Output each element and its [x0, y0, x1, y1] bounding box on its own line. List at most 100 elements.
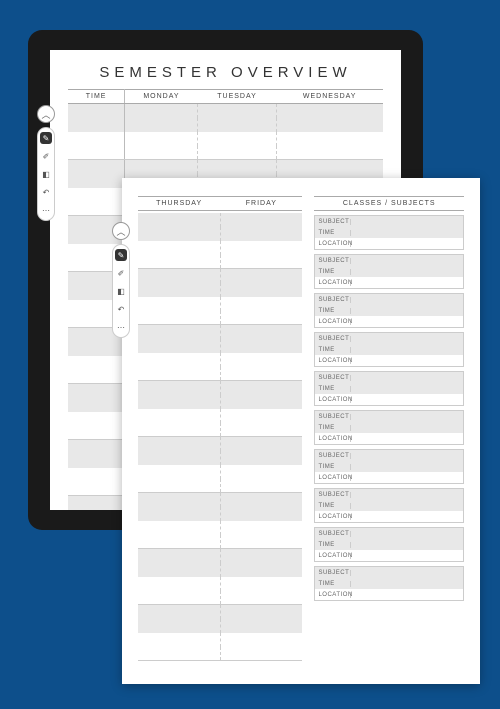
eraser-tool-icon[interactable]: ◧ [40, 168, 52, 180]
class-location-label: LOCATION [315, 592, 351, 598]
class-card[interactable]: SUBJECT TIME LOCATION [314, 410, 464, 445]
class-card-row: LOCATION [315, 550, 463, 561]
class-card-row: LOCATION [315, 238, 463, 249]
class-card-row: SUBJECT [315, 528, 463, 539]
undo-tool-icon[interactable]: ↶ [115, 303, 127, 315]
class-card[interactable]: SUBJECT TIME LOCATION [314, 332, 464, 367]
class-subject-label: SUBJECT [315, 258, 351, 264]
toolbar-strip: ✎ ✐ ◧ ↶ ⋯ [37, 127, 55, 221]
table-row [138, 311, 302, 325]
class-card-row: SUBJECT [315, 216, 463, 227]
table-row [138, 605, 302, 619]
page-title: SEMESTER OVERVIEW [68, 64, 383, 81]
class-card[interactable]: SUBJECT TIME LOCATION [314, 254, 464, 289]
class-card[interactable]: SUBJECT TIME LOCATION [314, 488, 464, 523]
table-row [138, 409, 302, 423]
class-location-label: LOCATION [315, 475, 351, 481]
class-card-row: LOCATION [315, 511, 463, 522]
undo-tool-icon[interactable]: ↶ [40, 186, 52, 198]
class-card[interactable]: SUBJECTTIMELOCATION [314, 527, 464, 562]
class-subject-label: SUBJECT [315, 492, 351, 498]
col-thursday: THURSDAY [138, 197, 220, 210]
class-card-row: LOCATION [315, 472, 463, 483]
table-row [68, 146, 383, 160]
class-location-label: LOCATION [315, 280, 351, 286]
class-subject-label: SUBJECT [315, 570, 351, 576]
class-subject-label: SUBJECT [315, 336, 351, 342]
pen-tool-icon[interactable]: ✎ [40, 132, 52, 144]
class-subject-label: SUBJECT [315, 453, 351, 459]
table-row [138, 381, 302, 395]
table-row [138, 423, 302, 437]
table-row [138, 367, 302, 381]
col-monday: MONDAY [125, 90, 198, 104]
class-card-row: TIME [315, 539, 463, 550]
class-card-row: LOCATION [315, 355, 463, 366]
class-time-label: TIME [315, 308, 351, 314]
annotation-toolbar: ︿ ✎ ✐ ◧ ↶ ⋯ [37, 105, 57, 221]
table-row [138, 213, 302, 227]
class-card-row: TIME [315, 344, 463, 355]
class-card[interactable]: SUBJECTTIMELOCATION [314, 566, 464, 601]
highlighter-tool-icon[interactable]: ✐ [115, 267, 127, 279]
table-row [138, 577, 302, 591]
class-card-row: SUBJECT [315, 567, 463, 578]
class-card-row: TIME [315, 500, 463, 511]
collapse-button[interactable]: ︿ [37, 105, 55, 123]
class-card-row: TIME [315, 422, 463, 433]
class-subject-label: SUBJECT [315, 219, 351, 225]
class-card-row: LOCATION [315, 277, 463, 288]
table-row [138, 227, 302, 241]
col-time: TIME [68, 90, 125, 104]
class-time-label: TIME [315, 425, 351, 431]
table-row [138, 549, 302, 563]
table-row [138, 619, 302, 633]
class-subject-label: SUBJECT [315, 297, 351, 303]
class-card-row: TIME [315, 383, 463, 394]
eraser-tool-icon[interactable]: ◧ [115, 285, 127, 297]
class-card[interactable]: SUBJECTTIMELOCATION [314, 371, 464, 406]
class-location-label: LOCATION [315, 358, 351, 364]
class-card-row: TIME [315, 461, 463, 472]
schedule-thu-fri: THURSDAY FRIDAY [138, 196, 302, 666]
class-card-row: LOCATION [315, 433, 463, 444]
table-row [138, 437, 302, 451]
table-row [138, 507, 302, 521]
table-row [138, 325, 302, 339]
class-card-row: LOCATION [315, 316, 463, 327]
class-location-label: LOCATION [315, 514, 351, 520]
more-tool-icon[interactable]: ⋯ [115, 321, 127, 333]
table-row [138, 297, 302, 311]
classes-subjects-panel: CLASSES / SUBJECTS SUBJECTTIMELOCATIONSU… [314, 196, 464, 666]
highlighter-tool-icon[interactable]: ✐ [40, 150, 52, 162]
class-time-label: TIME [315, 386, 351, 392]
pen-tool-icon[interactable]: ✎ [115, 249, 127, 261]
class-card-row: SUBJECT [315, 255, 463, 266]
table-row [138, 451, 302, 465]
class-card-row: TIME [315, 227, 463, 238]
toolbar-strip: ✎ ✐ ◧ ↶ ⋯ [112, 244, 130, 338]
schedule-body[interactable] [138, 213, 302, 661]
class-card-row: TIME [315, 305, 463, 316]
table-row [138, 353, 302, 367]
class-card-row: SUBJECT [315, 294, 463, 305]
class-time-label: TIME [315, 503, 351, 509]
class-card[interactable]: SUBJECT TIMELOCATION [314, 215, 464, 250]
more-tool-icon[interactable]: ⋯ [40, 204, 52, 216]
class-location-label: LOCATION [315, 319, 351, 325]
table-row [138, 269, 302, 283]
class-card[interactable]: SUBJECT TIME LOCATION [314, 449, 464, 484]
class-time-label: TIME [315, 269, 351, 275]
class-card-row: SUBJECT [315, 411, 463, 422]
class-location-label: LOCATION [315, 436, 351, 442]
class-card-row: TIME [315, 266, 463, 277]
class-card[interactable]: SUBJECT TIME LOCATION [314, 293, 464, 328]
classes-title: CLASSES / SUBJECTS [314, 196, 464, 211]
table-row [138, 633, 302, 647]
chevron-up-icon: ︿ [116, 225, 125, 238]
class-card-row: SUBJECT [315, 450, 463, 461]
class-subject-label: SUBJECT [315, 375, 351, 381]
annotation-toolbar: ︿ ✎ ✐ ◧ ↶ ⋯ [112, 222, 132, 338]
table-row [68, 104, 383, 118]
collapse-button[interactable]: ︿ [112, 222, 130, 240]
